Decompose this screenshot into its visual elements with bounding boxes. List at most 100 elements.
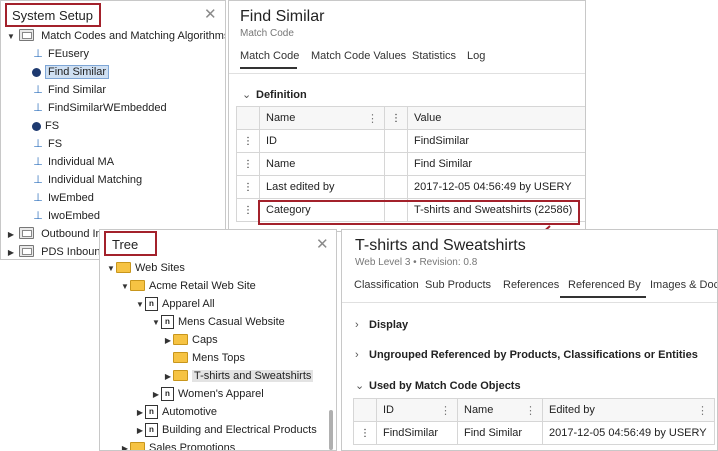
table-row[interactable]: ⋮ Last edited by 2017-12-05 04:56:49 by … xyxy=(236,175,585,199)
tree-label: Outbound Int xyxy=(41,228,105,240)
tree-item[interactable]: ⊥ Individual Matching xyxy=(32,171,142,189)
tab-referenced-by[interactable]: Referenced By xyxy=(568,279,641,291)
tree-label: Acme Retail Web Site xyxy=(149,280,256,292)
tree-item[interactable]: ▶ n Building and Electrical Products xyxy=(135,421,317,439)
close-icon[interactable]: ✕ xyxy=(316,237,329,252)
tree-label: Individual Matching xyxy=(48,174,143,186)
tree-label: IwEmbed xyxy=(48,192,94,204)
tree-item[interactable]: ▼ n Apparel All xyxy=(135,295,215,313)
tree-item-selected[interactable]: ▶ T-shirts and Sweatshirts xyxy=(163,367,314,386)
tab-images-documents[interactable]: Images & Docu xyxy=(650,279,717,291)
tree-label: FindSimilarWEmbedded xyxy=(48,102,167,114)
tree-label: Caps xyxy=(192,334,218,346)
folder-settings-icon xyxy=(19,245,35,258)
page-title: T-shirts and Sweatshirts xyxy=(355,237,526,254)
tree-item-selected[interactable]: Find Similar xyxy=(32,63,110,81)
expand-icon[interactable]: ▼ xyxy=(6,28,16,46)
collapse-icon[interactable]: ▶ xyxy=(6,244,16,259)
expand-icon[interactable]: ▼ xyxy=(120,278,130,296)
tree-item[interactable]: ⊥ FEusery xyxy=(32,45,89,63)
tree-label: Mens Casual Website xyxy=(178,316,285,328)
tree-item[interactable]: ▼ n Mens Casual Website xyxy=(151,313,285,331)
highlight-box xyxy=(5,3,101,27)
folder-icon xyxy=(116,261,131,273)
chevron-right-icon: › xyxy=(355,319,359,331)
row-value[interactable]: Find Similar xyxy=(407,152,585,176)
section-used-by-match-code[interactable]: ⌄ Used by Match Code Objects xyxy=(355,379,521,392)
column-header[interactable]: Value xyxy=(407,106,585,130)
tree-label: Individual MA xyxy=(48,156,115,168)
drag-handle-icon[interactable]: ⋮ xyxy=(353,421,377,445)
tree-label: Apparel All xyxy=(162,298,215,310)
drag-handle-icon[interactable]: ⋮ xyxy=(236,152,260,176)
tree-item[interactable]: ▼ Acme Retail Web Site xyxy=(120,277,256,295)
folder-settings-icon xyxy=(19,29,35,42)
expand-icon[interactable]: ▼ xyxy=(151,314,161,332)
row-value[interactable]: FindSimilar xyxy=(407,129,585,153)
highlight-box xyxy=(104,231,157,256)
expand-icon[interactable]: ▼ xyxy=(135,296,145,314)
tree-item[interactable]: ▶ n Women's Apparel xyxy=(151,385,264,403)
row-value[interactable]: 2017-12-05 04:56:49 by USERY xyxy=(407,175,585,199)
tree-panel: Tree ✕ ▼ Web Sites ▼ Acme Retail Web Site … xyxy=(99,229,337,451)
drag-handle-icon[interactable]: ⋮ xyxy=(236,129,260,153)
scrollbar[interactable] xyxy=(329,410,333,450)
collapse-icon[interactable]: ▶ xyxy=(151,386,161,404)
section-display[interactable]: › Display xyxy=(355,319,408,331)
expand-icon[interactable]: ▼ xyxy=(106,260,116,278)
tree-label: FS xyxy=(48,138,63,150)
tree-item[interactable]: ⊥ Individual MA xyxy=(32,153,114,171)
collapse-icon[interactable]: ▶ xyxy=(135,404,145,422)
row-id[interactable]: FindSimilar xyxy=(376,421,458,445)
tree-item[interactable]: Mens Tops xyxy=(173,349,245,367)
tab-classification[interactable]: Classification xyxy=(354,279,419,291)
product-icon: n xyxy=(145,423,158,438)
collapse-icon[interactable]: ▶ xyxy=(135,422,145,440)
divider xyxy=(342,302,717,303)
tree-item[interactable]: ▼ Match Codes and Matching Algorithms xyxy=(6,27,225,46)
column-header[interactable]: Name ⋮ xyxy=(457,398,543,422)
product-icon: n xyxy=(145,405,158,420)
drag-handle-icon[interactable]: ⋮ xyxy=(236,198,260,222)
tree-item[interactable]: ▶ Caps xyxy=(163,331,218,349)
table-row[interactable]: ⋮ Name Find Similar xyxy=(236,152,585,176)
collapse-icon[interactable]: ▶ xyxy=(6,226,16,244)
section-definition[interactable]: ⌄ Definition xyxy=(242,88,307,101)
page-meta: Web Level 3 • Revision: 0.8 xyxy=(355,257,478,268)
tree-item[interactable]: ⊥ FindSimilarWEmbedded xyxy=(32,99,167,117)
tree-item[interactable]: ▶ Outbound Int xyxy=(6,225,105,243)
tab-references[interactable]: References xyxy=(503,279,559,291)
tree-label: Find Similar xyxy=(48,84,107,96)
tree-item[interactable]: ⊥ Find Similar xyxy=(32,81,106,99)
chevron-down-icon: ⌄ xyxy=(355,380,365,392)
tree-item[interactable]: ⊥ IwoEmbed xyxy=(32,207,100,225)
table-row[interactable]: ⋮ FindSimilar Find Similar 2017-12-05 04… xyxy=(353,421,715,445)
collapse-icon[interactable]: ▶ xyxy=(120,440,130,450)
column-header[interactable]: Edited by ⋮ xyxy=(542,398,715,422)
close-icon[interactable]: ✕ xyxy=(204,7,217,22)
column-header[interactable]: Name ⋮ xyxy=(259,106,385,130)
tab-log[interactable]: Log xyxy=(467,50,485,62)
tree-item[interactable]: ▶ Sales Promotions xyxy=(120,439,235,450)
tab-match-code-values[interactable]: Match Code Values xyxy=(311,50,406,62)
folder-icon xyxy=(173,333,188,345)
section-ungrouped[interactable]: › Ungrouped Referenced by Products, Class… xyxy=(355,349,698,361)
drag-handle-icon[interactable]: ⋮ xyxy=(236,175,260,199)
row-name: Find Similar xyxy=(457,421,543,445)
tree-item[interactable]: ▶ n Automotive xyxy=(135,403,217,421)
tab-sub-products[interactable]: Sub Products xyxy=(425,279,491,291)
tab-statistics[interactable]: Statistics xyxy=(412,50,456,62)
collapse-icon[interactable]: ▶ xyxy=(163,368,173,386)
collapse-icon[interactable]: ▶ xyxy=(163,332,173,350)
tshirts-panel: T-shirts and Sweatshirts Web Level 3 • R… xyxy=(341,229,718,451)
tab-match-code[interactable]: Match Code xyxy=(240,50,299,62)
table-row[interactable]: ⋮ ID FindSimilar xyxy=(236,129,585,153)
tree-item[interactable]: ▼ Web Sites xyxy=(106,259,185,277)
tree-item[interactable]: ⊥ IwEmbed xyxy=(32,189,94,207)
tree-label: IwoEmbed xyxy=(48,210,100,222)
tree-item[interactable]: ⊥ FS xyxy=(32,135,62,153)
page-subtitle: Match Code xyxy=(240,28,294,39)
column-header[interactable]: ID ⋮ xyxy=(376,398,458,422)
tree-item[interactable]: FS xyxy=(32,117,59,135)
tree-item[interactable]: ▶ PDS Inbound xyxy=(6,243,107,259)
